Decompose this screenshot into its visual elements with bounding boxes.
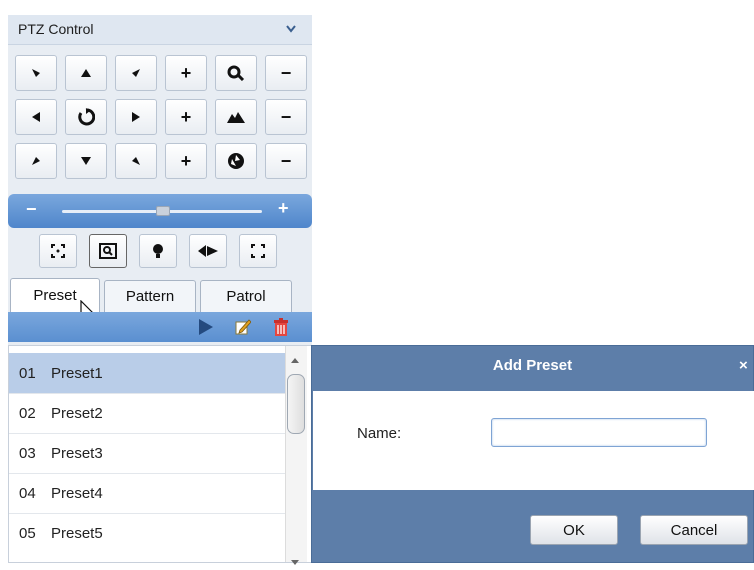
speed-increase-button[interactable]: + (278, 198, 289, 219)
preset-name: Preset2 (51, 404, 103, 422)
zoom-out-button[interactable]: − (265, 55, 307, 91)
cancel-button[interactable]: Cancel (640, 515, 748, 545)
name-field[interactable] (491, 418, 707, 447)
tab-patrol[interactable]: Patrol (200, 280, 292, 312)
zoom-label (215, 55, 257, 91)
pan-up-button[interactable] (65, 55, 107, 91)
iris-close-button[interactable]: − (265, 143, 307, 179)
focus-icon (227, 111, 245, 123)
iris-label (215, 143, 257, 179)
pan-up-left-button[interactable] (15, 55, 57, 91)
edit-icon[interactable] (235, 318, 252, 341)
lens-init-icon (251, 244, 265, 258)
preset-number: 04 (19, 484, 36, 502)
pan-right-button[interactable] (115, 99, 157, 135)
delete-icon[interactable] (274, 318, 288, 341)
wiper-button[interactable] (189, 234, 227, 268)
preset-toolbar (8, 312, 312, 342)
close-icon[interactable]: × (739, 357, 748, 374)
preset-name: Preset1 (51, 364, 103, 382)
speed-slider-thumb[interactable] (156, 206, 170, 216)
preset-name: Preset5 (51, 524, 103, 542)
wiper-icon (198, 244, 218, 258)
ok-button[interactable]: OK (530, 515, 618, 545)
auto-scan-icon (77, 108, 95, 126)
preset-number: 03 (19, 444, 36, 462)
arrow-down-right-icon (131, 156, 141, 166)
list-item[interactable]: 05 Preset5 (9, 513, 285, 553)
iris-open-button[interactable]: + (165, 143, 207, 179)
list-item[interactable]: 02 Preset2 (9, 393, 285, 434)
light-button[interactable] (139, 234, 177, 268)
pan-down-left-button[interactable] (15, 143, 57, 179)
arrow-up-right-icon (131, 68, 141, 78)
zoom-in-button[interactable]: + (165, 55, 207, 91)
play-icon[interactable] (199, 319, 213, 340)
ptz-panel-title: PTZ Control (18, 21, 94, 37)
preset-number: 05 (19, 524, 36, 542)
focus-near-button[interactable]: + (165, 99, 207, 135)
dialog-title: Add Preset (492, 357, 573, 374)
arrow-right-icon (132, 112, 140, 122)
pan-left-button[interactable] (15, 99, 57, 135)
zoom-icon (227, 65, 245, 81)
arrow-down-left-icon (31, 156, 41, 166)
scroll-up-icon[interactable] (291, 350, 299, 368)
iris-icon (227, 152, 245, 170)
list-item[interactable]: 04 Preset4 (9, 473, 285, 514)
tab-pattern[interactable]: Pattern (104, 280, 196, 312)
pan-down-right-button[interactable] (115, 143, 157, 179)
speed-decrease-button[interactable]: − (26, 199, 37, 220)
list-item[interactable]: 01 Preset1 (9, 353, 285, 394)
pan-down-button[interactable] (65, 143, 107, 179)
chevron-down-icon[interactable] (286, 21, 296, 36)
light-icon (152, 243, 164, 259)
pan-up-right-button[interactable] (115, 55, 157, 91)
scroll-down-icon[interactable] (291, 552, 299, 570)
preset-name: Preset3 (51, 444, 103, 462)
region-zoom-icon (99, 243, 117, 259)
arrow-left-icon (32, 112, 40, 122)
preset-number: 02 (19, 404, 36, 422)
arrow-up-icon (81, 69, 91, 77)
focus-label (215, 99, 257, 135)
3d-positioning-button[interactable] (39, 234, 77, 268)
auto-scan-button[interactable] (65, 99, 107, 135)
arrow-down-icon (81, 157, 91, 165)
region-zoom-button[interactable] (89, 234, 127, 268)
3d-positioning-icon (51, 244, 65, 258)
preset-number: 01 (19, 364, 36, 382)
preset-name: Preset4 (51, 484, 103, 502)
arrow-up-left-icon (31, 68, 41, 78)
lens-init-button[interactable] (239, 234, 277, 268)
scrollbar-thumb[interactable] (287, 374, 305, 434)
focus-far-button[interactable]: − (265, 99, 307, 135)
list-item[interactable]: 03 Preset3 (9, 433, 285, 474)
name-label: Name: (357, 425, 402, 442)
